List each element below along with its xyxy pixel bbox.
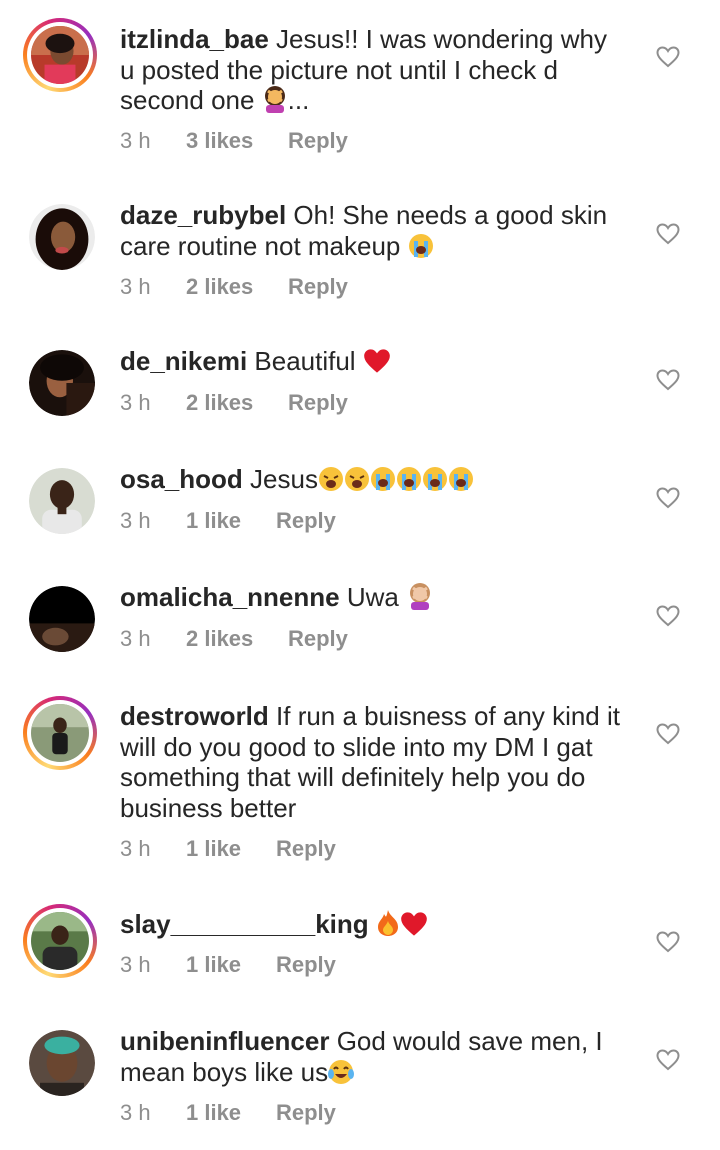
comment-likes[interactable]: 3 likes	[186, 128, 288, 154]
comment-meta: 3 h 1 like Reply	[120, 508, 336, 534]
comment-username[interactable]: omalicha_nnenne	[120, 582, 340, 612]
comment-text: osa_hood Jesus	[120, 464, 620, 495]
comment-meta: 3 h 2 likes Reply	[120, 390, 348, 416]
comment-likes[interactable]: 2 likes	[186, 390, 288, 416]
loudly-crying-face-icon	[370, 467, 395, 491]
woman-gesturing-no-icon	[410, 583, 431, 610]
reply-button[interactable]: Reply	[276, 508, 336, 534]
avatar-story-ring[interactable]	[23, 18, 97, 92]
comment-username[interactable]: itzlinda_bae	[120, 24, 269, 54]
comment-time: 3 h	[120, 952, 151, 977]
comment-time: 3 h	[120, 626, 151, 651]
comment-meta: 3 h 2 likes Reply	[120, 274, 348, 300]
comment-text: omalicha_nnenne Uwa	[120, 582, 620, 613]
reply-button[interactable]: Reply	[276, 952, 336, 978]
face-with-tears-of-joy-icon	[328, 1059, 355, 1084]
comment-time: 3 h	[120, 508, 151, 533]
avatar-image	[31, 912, 89, 970]
comment-text: unibeninfluencer God would save men, I m…	[120, 1026, 610, 1087]
comment-time: 3 h	[120, 274, 151, 299]
comment-username[interactable]: unibeninfluencer	[120, 1026, 329, 1056]
avatar-image	[29, 468, 95, 534]
avatar[interactable]	[29, 350, 95, 416]
comment-likes[interactable]: 2 likes	[186, 274, 288, 300]
comment-time: 3 h	[120, 390, 151, 415]
comment-meta: 3 h 1 like Reply	[120, 952, 336, 978]
avatar[interactable]	[29, 1030, 95, 1096]
comment-likes[interactable]: 1 like	[186, 508, 276, 534]
comment-text: de_nikemi Beautiful	[120, 346, 620, 377]
comment-text: itzlinda_bae Jesus!! I was wondering why…	[120, 24, 615, 115]
comment-likes[interactable]: 1 like	[186, 836, 276, 862]
comment-meta: 3 h 1 like Reply	[120, 1100, 336, 1126]
reply-button[interactable]: Reply	[276, 1100, 336, 1126]
avatar-image	[29, 204, 95, 270]
comment-time: 3 h	[120, 128, 151, 153]
avatar-story-ring[interactable]	[23, 696, 97, 770]
comment-username[interactable]: destroworld	[120, 701, 269, 731]
comment-likes[interactable]: 2 likes	[186, 626, 288, 652]
weary-face-icon	[318, 467, 343, 491]
reply-button[interactable]: Reply	[276, 836, 336, 862]
comment-time: 3 h	[120, 1100, 151, 1125]
heart-outline-icon[interactable]	[656, 223, 680, 245]
comment-meta: 3 h 1 like Reply	[120, 836, 336, 862]
avatar-story-ring[interactable]	[23, 904, 97, 978]
heart-outline-icon[interactable]	[656, 723, 680, 745]
reply-button[interactable]: Reply	[288, 626, 348, 652]
comment-text: daze_rubybel Oh! She needs a good skin c…	[120, 200, 615, 261]
avatar[interactable]	[29, 468, 95, 534]
loudly-crying-face-icon	[396, 467, 421, 491]
comment-username[interactable]: slay__________king	[120, 909, 369, 939]
comment-text: slay__________king	[120, 909, 620, 940]
avatar-image	[29, 586, 95, 652]
heart-outline-icon[interactable]	[656, 46, 680, 68]
heart-outline-icon[interactable]	[656, 931, 680, 953]
heart-outline-icon[interactable]	[656, 487, 680, 509]
heart-outline-icon[interactable]	[656, 605, 680, 627]
woman-gesturing-no-icon	[264, 86, 285, 113]
red-heart-icon	[401, 912, 427, 936]
comment-text: destroworld If run a buisness of any kin…	[120, 701, 628, 823]
avatar[interactable]	[29, 586, 95, 652]
reply-button[interactable]: Reply	[288, 390, 348, 416]
loudly-crying-face-icon	[448, 467, 473, 491]
avatar-image	[29, 350, 95, 416]
comment-meta: 3 h 2 likes Reply	[120, 626, 348, 652]
loudly-crying-face-icon	[422, 467, 447, 491]
comment-time: 3 h	[120, 836, 151, 861]
comment-username[interactable]: daze_rubybel	[120, 200, 286, 230]
avatar	[31, 26, 89, 84]
comment-meta: 3 h 3 likes Reply	[120, 128, 348, 154]
comment-likes[interactable]: 1 like	[186, 1100, 276, 1126]
comment-username[interactable]: osa_hood	[120, 464, 243, 494]
avatar-image	[31, 704, 89, 762]
avatar[interactable]	[29, 204, 95, 270]
heart-outline-icon[interactable]	[656, 1049, 680, 1071]
reply-button[interactable]: Reply	[288, 128, 348, 154]
comment-username[interactable]: de_nikemi	[120, 346, 247, 376]
loudly-crying-face-icon	[408, 233, 433, 258]
comment-likes[interactable]: 1 like	[186, 952, 276, 978]
red-heart-icon	[363, 349, 390, 373]
avatar-image	[29, 1030, 95, 1096]
heart-outline-icon[interactable]	[656, 369, 680, 391]
reply-button[interactable]: Reply	[288, 274, 348, 300]
fire-icon	[377, 910, 398, 936]
weary-face-icon	[344, 467, 369, 491]
